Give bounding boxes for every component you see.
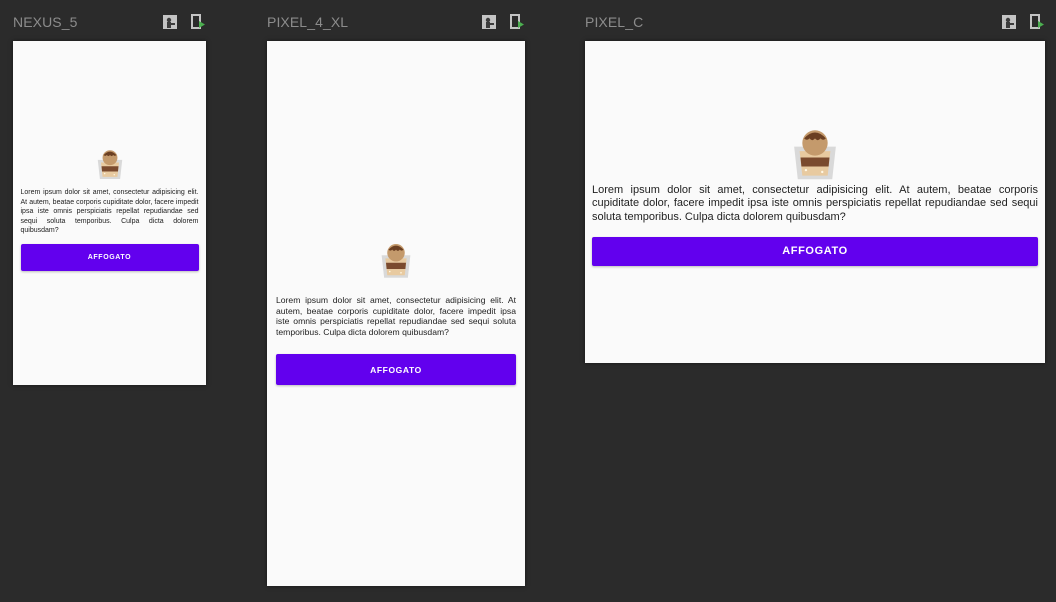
affogato-cup-icon: [376, 237, 416, 281]
switch-orientation-icon[interactable]: [162, 14, 178, 30]
device-name-label: NEXUS_5: [13, 14, 78, 30]
device-name-label: PIXEL_4_XL: [267, 14, 349, 30]
device-run-icon[interactable]: [509, 14, 525, 30]
affogato-button[interactable]: AFFOGATO: [276, 354, 516, 385]
device-run-icon[interactable]: [1029, 14, 1045, 30]
switch-orientation-icon[interactable]: [481, 14, 497, 30]
device-preview-header: PIXEL_4_XL: [267, 12, 525, 32]
description-text: Lorem ipsum dolor sit amet, consectetur …: [276, 295, 516, 337]
device-preview-header: PIXEL_C: [585, 12, 1045, 32]
switch-orientation-icon[interactable]: [1001, 14, 1017, 30]
affogato-button[interactable]: AFFOGATO: [20, 243, 199, 271]
description-text: Lorem ipsum dolor sit amet, consectetur …: [592, 184, 1038, 223]
device-preview-header: NEXUS_5: [13, 12, 206, 32]
device-screen: Lorem ipsum dolor sit amet, consectetur …: [585, 41, 1045, 363]
device-name-label: PIXEL_C: [585, 14, 644, 30]
device-run-icon[interactable]: [190, 14, 206, 30]
device-screen: Lorem ipsum dolor sit amet, consectetur …: [13, 41, 206, 385]
affogato-cup-icon: [93, 144, 127, 182]
description-text: Lorem ipsum dolor sit amet, consectetur …: [20, 189, 199, 234]
affogato-button[interactable]: AFFOGATO: [592, 236, 1038, 266]
affogato-cup-icon: [786, 119, 844, 185]
device-screen: Lorem ipsum dolor sit amet, consectetur …: [267, 41, 525, 586]
